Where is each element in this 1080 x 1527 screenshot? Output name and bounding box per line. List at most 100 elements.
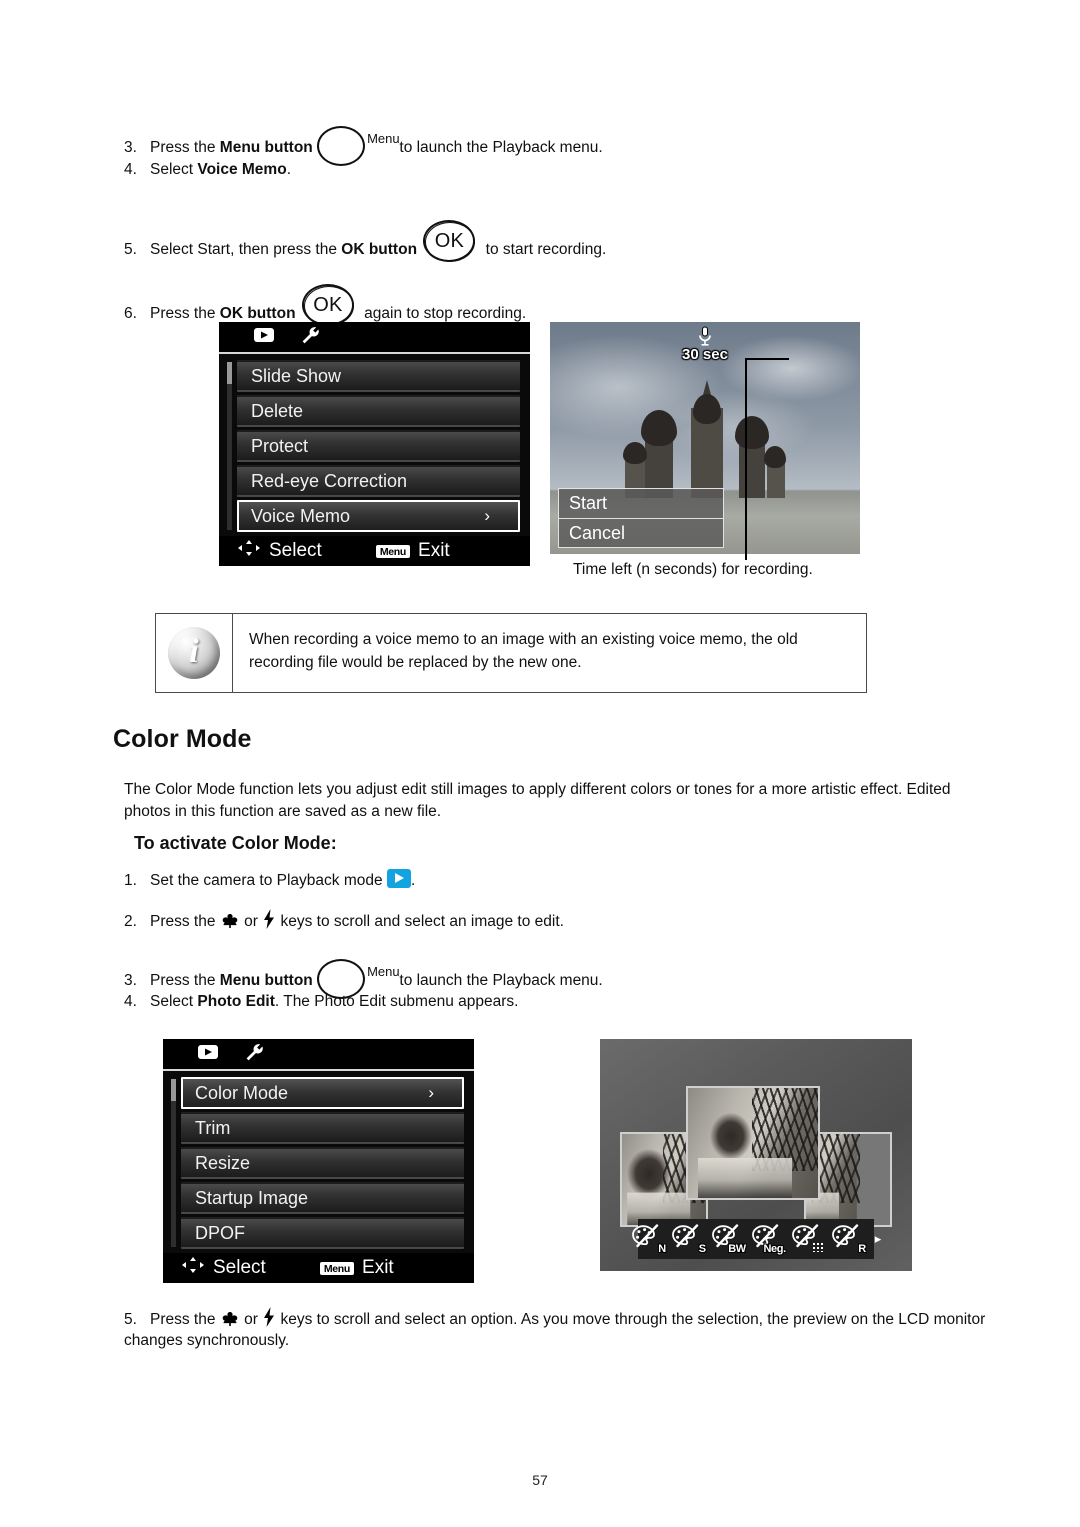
note-icon-cell: i <box>156 614 233 692</box>
menu-item-trim[interactable]: Trim <box>181 1112 464 1144</box>
menu-item-label: Voice Memo <box>251 505 351 526</box>
step-text-mid: or <box>239 1311 263 1328</box>
playback-icon[interactable] <box>253 327 275 348</box>
step-number: 5. <box>124 241 137 259</box>
color-mode-normal-icon[interactable]: N <box>631 1224 666 1255</box>
playback-mode-icon <box>386 869 411 888</box>
color-mode-tag: BW <box>728 1243 746 1255</box>
photo-edit-menu-list: Color Mode › Trim Resize Startup Image DPOF <box>163 1071 474 1253</box>
chevron-right-icon: › <box>428 1083 434 1102</box>
exit-hint-label: Exit <box>418 540 450 561</box>
chevron-right-icon: › <box>484 506 490 525</box>
preview-thumb-center-image <box>688 1088 818 1198</box>
select-hint-label: Select <box>213 1257 266 1278</box>
menu-item-voice-memo[interactable]: Voice Memo › <box>237 500 520 532</box>
wrench-icon[interactable] <box>301 326 321 349</box>
wrench-icon[interactable] <box>245 1043 265 1066</box>
menu-item-label: Resize <box>195 1152 251 1173</box>
menu-key-badge: Menu <box>319 1261 355 1275</box>
color-mode-subheading: To activate Color Mode: <box>134 833 337 853</box>
step-text-before: Press the <box>150 972 220 990</box>
menu-item-label: DPOF <box>195 1222 246 1243</box>
playback-menu-screenshot: Slide Show Delete Protect Red-eye Correctio… <box>219 322 530 566</box>
dialog-option-cancel[interactable]: Cancel <box>558 518 724 548</box>
lcd-hint-bar: Select Menu Exit <box>163 1253 474 1283</box>
step-text-after: to launch the Playback menu. <box>395 972 603 990</box>
menu-scrollbar[interactable] <box>227 362 232 530</box>
cm-step-1: 1. Set the camera to Playback mode . <box>124 869 415 891</box>
cm-step-4: 4. Select Photo Edit. The Photo Edit subm… <box>124 991 518 1012</box>
menu-item-dpof[interactable]: DPOF <box>181 1217 464 1249</box>
next-page-arrow-icon[interactable]: ▸ <box>875 1231 882 1247</box>
step-text-after: . The Photo Edit submenu appears. <box>274 993 519 1010</box>
color-mode-black-and-white-icon[interactable]: BW <box>711 1224 746 1255</box>
menu-button-label: Menu <box>367 131 400 146</box>
voice-memo-preview-screenshot: 30 sec Start Cancel <box>550 322 860 554</box>
step-text-after: again to stop recording. <box>359 305 527 323</box>
menu-item-label: Protect <box>251 435 309 456</box>
preview-thumb-center[interactable] <box>686 1086 820 1200</box>
menu-scrollbar[interactable] <box>171 1079 176 1247</box>
menu-items-container: Color Mode › Trim Resize Startup Image DPOF <box>181 1077 464 1249</box>
four-way-navigation-icon <box>181 1256 205 1280</box>
exit-hint-label: Exit <box>362 1257 394 1278</box>
scrollbar-thumb[interactable] <box>227 362 232 384</box>
voice-memo-dialog: Start Cancel <box>558 488 724 548</box>
color-mode-negative-icon[interactable]: Neg. <box>751 1224 786 1255</box>
photo-edit-menu-screenshot: Color Mode › Trim Resize Startup Image DPOF S… <box>163 1039 474 1283</box>
step-text-after: . <box>410 872 416 889</box>
color-mode-tag: R <box>858 1243 866 1255</box>
step-text-before: Select <box>150 993 198 1010</box>
step-text-before: Press the <box>150 1311 220 1328</box>
step-text-mid: or <box>239 913 263 930</box>
menu-item-slide-show[interactable]: Slide Show <box>237 360 520 392</box>
color-mode-sepia-icon[interactable]: S <box>671 1224 706 1255</box>
microphone-icon <box>697 326 713 346</box>
menu-button-icon: Menu <box>317 126 400 170</box>
menu-item-label: Color Mode <box>195 1082 289 1103</box>
macro-key-icon <box>220 911 240 929</box>
lcd-tab-bar <box>219 322 530 354</box>
lcd-tab-bar <box>163 1039 474 1071</box>
step-text-before: Select <box>150 161 198 178</box>
page-number: 57 <box>532 1472 548 1488</box>
step-text-after: to start recording. <box>481 241 607 259</box>
step-text-bold: Voice Memo <box>197 161 287 178</box>
color-mode-option-bar: N S BW Neg. R ▸ <box>631 1219 881 1259</box>
color-mode-preview-screenshot: N S BW Neg. R ▸ <box>600 1039 912 1271</box>
step-4-voice-memo: 4. Select Voice Memo. <box>124 159 291 180</box>
menu-button-label: Menu <box>367 964 400 979</box>
step-number: 2. <box>124 913 137 930</box>
menu-item-resize[interactable]: Resize <box>181 1147 464 1179</box>
flash-key-icon <box>262 909 276 929</box>
menu-item-color-mode[interactable]: Color Mode › <box>181 1077 464 1109</box>
menu-key-badge: Menu <box>375 544 411 558</box>
color-mode-mosaic-icon[interactable] <box>791 1224 825 1254</box>
menu-item-label: Trim <box>195 1117 231 1138</box>
step-number: 3. <box>124 972 137 990</box>
playback-icon[interactable] <box>197 1044 219 1065</box>
menu-item-delete[interactable]: Delete <box>237 395 520 427</box>
scrollbar-thumb[interactable] <box>171 1079 176 1101</box>
step-text-bold: Menu button <box>219 972 313 990</box>
note-box: i When recording a voice memo to an imag… <box>155 613 867 693</box>
dialog-option-start[interactable]: Start <box>558 488 724 518</box>
step-number: 6. <box>124 305 137 323</box>
step-text-before: Press the <box>150 913 220 930</box>
cm-step-5: 5. Press the or keys to scroll and select… <box>124 1307 996 1351</box>
menu-item-label: Delete <box>251 400 304 421</box>
step-text-after: to launch the Playback menu. <box>395 139 603 157</box>
note-text: When recording a voice memo to an image … <box>249 631 798 671</box>
color-mode-icons-container: N S BW Neg. R <box>631 1224 866 1255</box>
lcd-hint-bar: Select Menu Exit <box>219 536 530 566</box>
menu-item-label: Slide Show <box>251 365 342 386</box>
menu-item-startup-image[interactable]: Startup Image <box>181 1182 464 1214</box>
menu-item-protect[interactable]: Protect <box>237 430 520 462</box>
menu-item-red-eye-correction[interactable]: Red-eye Correction <box>237 465 520 497</box>
cm-step-2: 2. Press the or keys to scroll and select… <box>124 909 564 932</box>
step-text-before: Press the <box>150 139 220 157</box>
step-text-bold: OK button <box>341 241 418 259</box>
color-mode-red-icon[interactable]: R <box>831 1224 866 1255</box>
step-text-before: Press the <box>150 305 220 323</box>
step-text-bold: OK button <box>219 305 296 323</box>
